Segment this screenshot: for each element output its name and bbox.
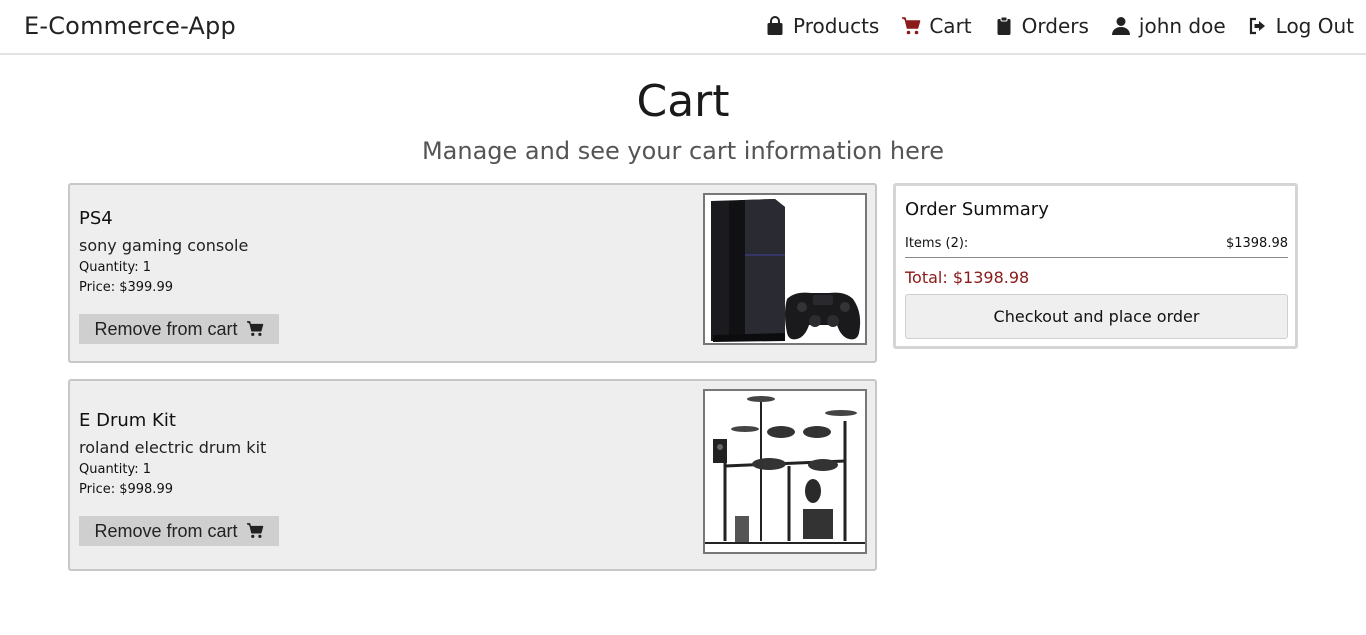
nav-logout-link[interactable]: Log Out [1248, 14, 1354, 38]
remove-from-cart-button[interactable]: Remove from cart [79, 516, 279, 546]
nav-products-label: Products [792, 14, 880, 38]
page-title: Cart [636, 76, 730, 127]
item-price: Price: $399.99 [79, 280, 173, 295]
sign-out-icon [1249, 17, 1265, 35]
page-subtitle: Manage and see your cart information her… [421, 137, 945, 165]
nav-products-link[interactable]: Products [765, 14, 879, 38]
item-quantity: Quantity: 1 [79, 462, 152, 477]
item-price: Price: $998.99 [79, 482, 173, 497]
summary-items-label: Items (2): [905, 236, 969, 251]
nav-logout-label: Log Out [1275, 14, 1354, 38]
cart-item-card: E Drum Kit roland electric drum kit Quan… [68, 379, 877, 571]
nav-user-link[interactable]: john doe [1111, 14, 1226, 38]
item-description: sony gaming console [79, 236, 249, 255]
item-name: E Drum Kit [79, 410, 176, 431]
order-summary-panel: Order Summary Items (2): $1398.98 Total:… [893, 183, 1298, 349]
summary-total: Total: $1398.98 [905, 268, 1030, 287]
nav-cart-link[interactable]: Cart [901, 14, 972, 38]
remove-button-label: Remove from cart [94, 520, 238, 541]
nav-user-label: john doe [1138, 14, 1226, 38]
remove-button-label: Remove from cart [94, 318, 238, 339]
nav-menu: Products Cart Orders john doe Log Out [743, 14, 1354, 38]
brand-title[interactable]: E-Commerce-App [24, 12, 236, 40]
item-quantity: Quantity: 1 [79, 260, 152, 275]
cart-icon [246, 523, 263, 538]
shopping-bag-icon [767, 16, 783, 35]
navbar: E-Commerce-App Products Cart Orders john… [0, 0, 1366, 55]
clipboard-icon [997, 16, 1011, 35]
summary-items-value: $1398.98 [1225, 236, 1288, 251]
checkout-button[interactable]: Checkout and place order [905, 294, 1288, 339]
nav-orders-link[interactable]: Orders [994, 14, 1089, 38]
product-image-ps4 [703, 193, 867, 345]
product-image-drum-kit [703, 389, 867, 554]
cart-icon [902, 17, 921, 35]
item-name: PS4 [79, 208, 113, 229]
ps4-console-illustration [705, 195, 865, 343]
drum-kit-illustration [705, 391, 865, 552]
item-description: roland electric drum kit [79, 438, 267, 457]
remove-from-cart-button[interactable]: Remove from cart [79, 314, 279, 344]
user-icon [1111, 17, 1130, 35]
cart-item-card: PS4 sony gaming console Quantity: 1 Pric… [68, 183, 877, 363]
summary-items-row: Items (2): $1398.98 [905, 236, 1288, 258]
nav-orders-label: Orders [1021, 14, 1089, 38]
order-summary-title: Order Summary [905, 199, 1049, 220]
cart-icon [246, 321, 263, 336]
nav-cart-label: Cart [929, 14, 972, 38]
